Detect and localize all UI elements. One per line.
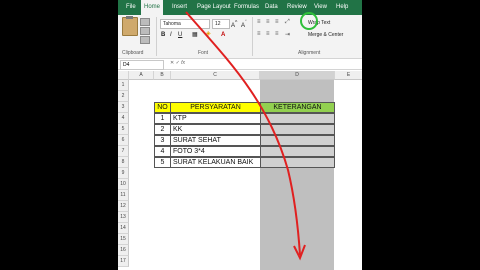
- arrow-line: [185, 11, 301, 256]
- annotation-arrow: [185, 11, 306, 261]
- excel-window: File Home Insert Page Layout Formulas Da…: [118, 0, 362, 270]
